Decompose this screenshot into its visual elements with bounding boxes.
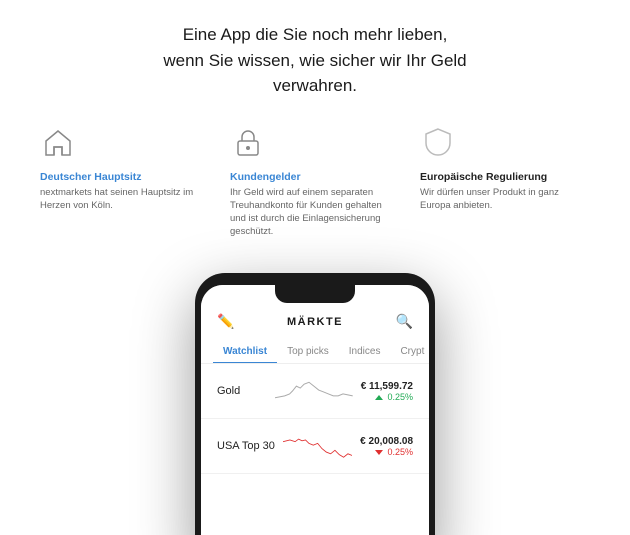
feature-hauptsitz-label: Deutscher Hauptsitz xyxy=(40,171,210,183)
tab-crypto[interactable]: Crypt xyxy=(390,340,429,363)
stock-name-gold: Gold xyxy=(217,385,267,397)
stock-name-usa: USA Top 30 xyxy=(217,440,275,452)
page: Eine App die Sie noch mehr lieben, wenn … xyxy=(0,0,630,535)
stock-info-usa: € 20,008.08 0.25% xyxy=(360,436,413,457)
stock-chart-gold xyxy=(275,376,353,406)
tab-indices[interactable]: Indices xyxy=(339,340,391,363)
stock-price-gold: € 11,599.72 xyxy=(361,381,413,392)
feature-kundengelder-desc: Ihr Geld wird auf einem separaten Treuha… xyxy=(230,186,400,239)
stock-chart-usa xyxy=(283,431,352,461)
triangle-up-icon xyxy=(375,395,383,400)
features-row: Deutscher Hauptsitz nextmarkets hat sein… xyxy=(0,117,630,239)
stock-row-usa: USA Top 30 € 20,008.08 0.25% xyxy=(201,419,429,474)
stock-price-usa: € 20,008.08 xyxy=(360,436,413,447)
phone-screen: ✏️ MÄRKTE 🔍 Watchlist Top picks Indices … xyxy=(201,285,429,535)
feature-regulierung-label: Europäische Regulierung xyxy=(420,171,590,183)
search-icon[interactable]: 🔍 xyxy=(396,313,413,330)
edit-icon[interactable]: ✏️ xyxy=(217,313,234,330)
feature-kundengelder-label: Kundengelder xyxy=(230,171,400,183)
shield-icon xyxy=(420,125,456,161)
lock-icon xyxy=(230,125,266,161)
phone-mockup: ✏️ MÄRKTE 🔍 Watchlist Top picks Indices … xyxy=(195,273,435,535)
feature-regulierung: Europäische Regulierung Wir dürfen unser… xyxy=(410,125,600,239)
app-tabs: Watchlist Top picks Indices Crypt xyxy=(201,340,429,364)
triangle-down-icon xyxy=(375,450,383,455)
tab-watchlist[interactable]: Watchlist xyxy=(213,340,277,363)
feature-hauptsitz: Deutscher Hauptsitz nextmarkets hat sein… xyxy=(30,125,220,239)
hero-title: Eine App die Sie noch mehr lieben, wenn … xyxy=(60,22,570,99)
phone-notch xyxy=(275,285,355,303)
stock-change-usa: 0.25% xyxy=(360,447,413,457)
house-icon xyxy=(40,125,76,161)
app-title: MÄRKTE xyxy=(287,316,343,328)
stock-row-gold: Gold € 11,599.72 0.25% xyxy=(201,364,429,419)
feature-kundengelder: Kundengelder Ihr Geld wird auf einem sep… xyxy=(220,125,410,239)
phone-frame: ✏️ MÄRKTE 🔍 Watchlist Top picks Indices … xyxy=(195,273,435,535)
tab-top-picks[interactable]: Top picks xyxy=(277,340,339,363)
hero-section: Eine App die Sie noch mehr lieben, wenn … xyxy=(0,0,630,117)
feature-hauptsitz-desc: nextmarkets hat seinen Hauptsitz im Herz… xyxy=(40,186,210,213)
stock-change-gold: 0.25% xyxy=(361,392,413,402)
feature-regulierung-desc: Wir dürfen unser Produkt in ganz Europa … xyxy=(420,186,590,213)
stock-info-gold: € 11,599.72 0.25% xyxy=(361,381,413,402)
